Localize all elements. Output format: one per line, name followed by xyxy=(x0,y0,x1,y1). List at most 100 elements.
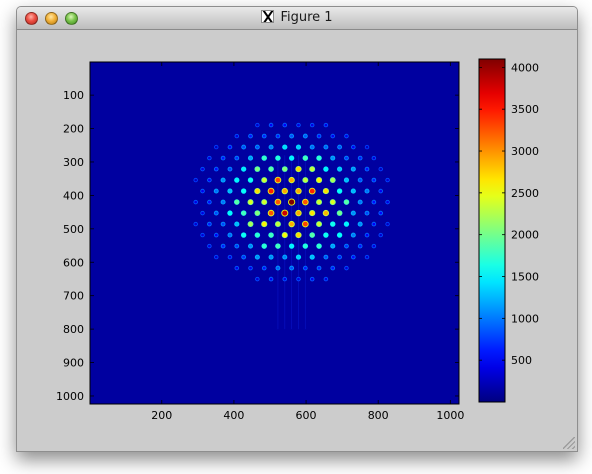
spot xyxy=(289,244,294,248)
spot xyxy=(358,222,362,226)
spot xyxy=(379,189,383,193)
spot xyxy=(345,266,348,270)
spot xyxy=(208,244,211,248)
spot xyxy=(331,266,335,270)
spot xyxy=(214,189,218,193)
spot xyxy=(310,233,315,237)
spot xyxy=(337,167,342,171)
spot xyxy=(248,222,253,227)
spot xyxy=(201,233,204,237)
y-tick-label: 200 xyxy=(63,123,84,136)
spot xyxy=(303,178,308,183)
spot xyxy=(214,145,218,149)
colorbar-tick-label: 3500 xyxy=(511,103,539,116)
spot xyxy=(241,167,246,171)
y-tick-label: 500 xyxy=(63,223,84,236)
x-tick-label: 200 xyxy=(151,409,172,422)
spot xyxy=(208,178,211,182)
spot xyxy=(365,145,369,149)
spot xyxy=(324,145,328,149)
spot xyxy=(365,255,369,259)
spot xyxy=(249,134,252,138)
spot xyxy=(221,244,225,248)
y-tick-label: 1000 xyxy=(56,390,84,403)
spot xyxy=(289,156,294,160)
spot xyxy=(228,145,232,149)
spot xyxy=(194,178,197,182)
spot xyxy=(275,222,280,227)
spot xyxy=(338,255,342,259)
spot xyxy=(324,233,328,237)
spot xyxy=(351,145,355,149)
spot xyxy=(207,200,211,204)
y-tick-label: 900 xyxy=(63,357,84,370)
spot xyxy=(268,188,274,194)
spot xyxy=(283,277,287,281)
spot xyxy=(235,244,239,248)
spot xyxy=(296,210,301,216)
spot xyxy=(241,211,246,215)
spot xyxy=(302,199,308,205)
spot xyxy=(255,188,260,194)
spot xyxy=(269,167,273,171)
spot xyxy=(235,156,239,160)
spot xyxy=(351,167,355,171)
spot xyxy=(282,167,287,172)
spot xyxy=(310,255,314,259)
spot xyxy=(330,222,335,226)
resize-grip-icon[interactable] xyxy=(563,437,575,449)
spot xyxy=(228,233,232,237)
heatmap-background xyxy=(90,62,459,404)
spot xyxy=(221,222,225,226)
spot xyxy=(365,189,369,193)
spot xyxy=(316,222,322,227)
spot xyxy=(262,134,266,138)
spot xyxy=(310,277,314,281)
spot xyxy=(221,200,225,204)
spot xyxy=(262,244,267,248)
spot xyxy=(290,266,294,270)
spot xyxy=(276,134,280,138)
spot xyxy=(296,255,301,259)
spot xyxy=(337,211,342,216)
spot xyxy=(289,221,294,227)
spot xyxy=(296,145,301,149)
colorbar-tick-label: 1000 xyxy=(511,312,539,325)
spot xyxy=(297,123,300,127)
spot xyxy=(296,166,301,172)
y-tick-label: 600 xyxy=(63,256,84,269)
figure-window: Figure 1 100 200 300 400 500 600 700 800 900 1000… xyxy=(16,6,578,452)
y-tick-label: 400 xyxy=(63,189,84,202)
spot xyxy=(255,167,260,172)
x-tick-label: 400 xyxy=(223,409,244,422)
spot xyxy=(330,178,335,183)
spot xyxy=(303,134,307,138)
spot xyxy=(317,244,321,248)
spot xyxy=(351,233,355,237)
spot xyxy=(379,167,383,171)
spot xyxy=(323,210,329,216)
colorbar xyxy=(478,58,506,403)
spot xyxy=(214,233,218,237)
spot xyxy=(269,145,273,149)
spot xyxy=(386,200,389,204)
spot xyxy=(344,156,348,160)
spot xyxy=(365,233,369,237)
spot xyxy=(290,134,294,138)
spot xyxy=(337,233,342,237)
spot xyxy=(256,277,259,281)
spot xyxy=(324,123,328,127)
spot xyxy=(351,189,355,193)
spot xyxy=(344,178,349,182)
spot xyxy=(255,255,259,259)
spot xyxy=(283,255,287,259)
spot xyxy=(262,266,266,270)
spot xyxy=(275,199,281,205)
spot xyxy=(201,211,204,215)
spot xyxy=(317,266,321,270)
colorbar-tick-label: 2500 xyxy=(511,187,539,200)
y-tick-label: 300 xyxy=(63,156,84,169)
spot xyxy=(358,178,362,182)
spot xyxy=(324,255,328,259)
spot xyxy=(194,200,198,204)
